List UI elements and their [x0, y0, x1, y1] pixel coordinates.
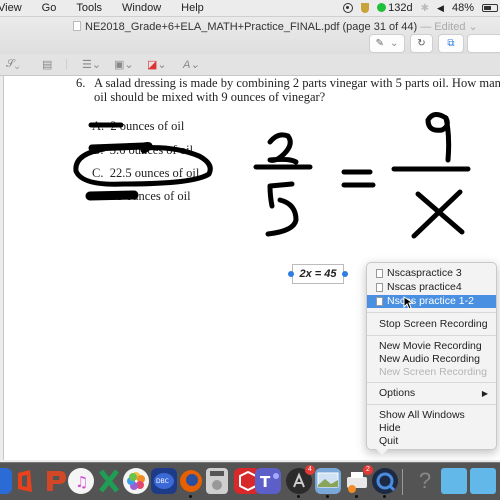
menu-item-label: Nscaspractice 3 [387, 267, 462, 279]
handwritten-9 [425, 112, 452, 163]
menu-item-recent-file[interactable]: Nscas practice4 [367, 281, 496, 294]
photos-icon[interactable] [123, 468, 149, 494]
partial-app-icon[interactable] [0, 468, 12, 494]
dock-separator [402, 469, 403, 495]
running-indicator [355, 495, 358, 498]
dvd-player-icon[interactable] [206, 468, 228, 494]
menu-separator [367, 312, 496, 313]
menu-item-label: Nscas practice4 [387, 281, 462, 293]
preview-icon[interactable] [315, 468, 341, 498]
dock: ♫ DBC T 4 2 ? [0, 462, 500, 500]
menu-separator [367, 382, 496, 383]
notification-badge: 4 [305, 465, 315, 475]
battery-percent: 48% [451, 2, 474, 14]
border-color-icon[interactable]: ▣⌄ [114, 58, 134, 71]
printer-icon[interactable]: 2 [344, 465, 373, 498]
handwritten-5 [265, 181, 299, 237]
menu-bar: View Go Tools Window Help 132d ✱ ◀ 48% [0, 0, 500, 16]
firefox-icon[interactable] [178, 468, 204, 498]
excel-x-icon[interactable] [96, 468, 122, 494]
svg-text:T: T [260, 473, 271, 491]
line-style-icon[interactable]: ☰⌄ [82, 58, 101, 71]
menu-item-label: Nscas practice 1-2 [387, 295, 474, 307]
font-icon[interactable]: A⌄ [183, 58, 200, 71]
mouse-cursor-icon [403, 296, 413, 310]
resize-handle-left[interactable] [288, 271, 294, 277]
running-indicator [189, 495, 192, 498]
menu-pointer [376, 449, 388, 455]
resize-handle-right[interactable] [342, 271, 348, 277]
markup-toolbar: 𝒮⌄ ▤ | ☰⌄ ▣⌄ ◪⌄ A⌄ [0, 54, 500, 76]
green-status-icon [377, 3, 387, 12]
toolbar-divider: | [65, 58, 68, 70]
document-icon [376, 283, 383, 292]
menu-item-label: Options [379, 387, 416, 399]
search-input[interactable] [467, 34, 500, 53]
rotate-button[interactable]: ↻ [410, 34, 433, 53]
text-annotation-box[interactable]: 2x = 45 [292, 264, 344, 284]
document-icon [376, 297, 383, 306]
menu-separator [367, 335, 496, 336]
chevron-down-icon[interactable]: ⌄ [465, 21, 478, 33]
menu-item-recent-file-selected[interactable]: Nscas practice 1-2 [367, 295, 496, 308]
menu-go[interactable]: Go [42, 2, 57, 14]
app-store-icon[interactable]: 4 [286, 465, 315, 498]
timer-label: 132d [388, 2, 413, 14]
powerpoint-icon[interactable] [42, 468, 68, 494]
text-box-icon[interactable]: ▤ [42, 58, 52, 71]
title-text: NE2018_Grade+6+ELA_MATH+Practice_FINAL.p… [85, 21, 418, 33]
strike-option-d [85, 190, 139, 201]
document-title[interactable]: NE2018_Grade+6+ELA_MATH+Practice_FINAL.p… [73, 20, 478, 33]
screen-recording-icon[interactable] [343, 3, 354, 13]
menu-item-stop-screen-recording[interactable]: Stop Screen Recording [367, 318, 496, 331]
svg-text:DBC: DBC [156, 478, 169, 485]
timer-status[interactable]: 132d [377, 2, 413, 14]
documents-folder-icon[interactable] [441, 468, 467, 494]
help-icon[interactable]: ? [412, 468, 438, 494]
menu-window[interactable]: Window [122, 2, 161, 14]
applications-folder-icon[interactable] [470, 468, 496, 494]
volume-icon[interactable]: ◀ [437, 3, 444, 14]
menu-item-show-all-windows[interactable]: Show All Windows [367, 409, 496, 422]
rotate-icon: ↻ [417, 38, 426, 49]
running-indicator [326, 495, 329, 498]
fill-color-icon[interactable]: ◪⌄ [147, 58, 167, 71]
shield-icon[interactable] [361, 3, 370, 13]
teams-icon[interactable]: T [255, 468, 281, 494]
quicktime-dock-menu: Nscaspractice 3 Nscas practice4 Nscas pr… [366, 262, 497, 450]
handwritten-2 [267, 132, 299, 165]
document-icon [376, 269, 383, 278]
chevron-down-icon: ⌄ [390, 38, 399, 49]
signature-icon[interactable]: 𝒮⌄ [6, 58, 20, 71]
menu-item-quit[interactable]: Quit [367, 435, 496, 448]
menu-item-options[interactable]: Options ▶ [367, 387, 496, 400]
running-indicator [297, 495, 300, 498]
svg-text:♫: ♫ [75, 473, 88, 491]
menu-view[interactable]: View [0, 2, 22, 14]
markup-toolbar-button[interactable]: ⧉ [438, 34, 464, 53]
menu-item-new-screen-recording: New Screen Recording [379, 366, 487, 378]
quicktime-icon[interactable] [372, 468, 398, 498]
office-icon[interactable] [12, 468, 38, 494]
submenu-arrow-icon: ▶ [481, 389, 488, 398]
pen-icon: ✎ [375, 38, 384, 49]
pdf-document-icon [73, 21, 81, 31]
menu-separator [367, 404, 496, 405]
menu-item-new-audio-recording[interactable]: New Audio Recording [367, 353, 496, 366]
dbc-icon[interactable]: DBC [151, 468, 177, 494]
toolbox-icon: ⧉ [447, 38, 455, 49]
menu-item-new-movie-recording[interactable]: New Movie Recording [367, 340, 496, 353]
menu-help[interactable]: Help [181, 2, 204, 14]
running-indicator [383, 495, 386, 498]
edited-label[interactable]: — Edited [420, 21, 465, 33]
menu-tools[interactable]: Tools [76, 2, 102, 14]
itunes-icon[interactable]: ♫ [68, 468, 94, 494]
menu-item-hide[interactable]: Hide [367, 422, 496, 435]
markup-pen-button[interactable]: ✎ ⌄ [369, 34, 405, 53]
bluetooth-icon[interactable]: ✱ [421, 3, 429, 14]
status-area: 132d ✱ ◀ 48% [343, 0, 500, 16]
battery-icon[interactable] [482, 4, 498, 12]
menu-item-recent-file[interactable]: Nscaspractice 3 [367, 267, 496, 280]
